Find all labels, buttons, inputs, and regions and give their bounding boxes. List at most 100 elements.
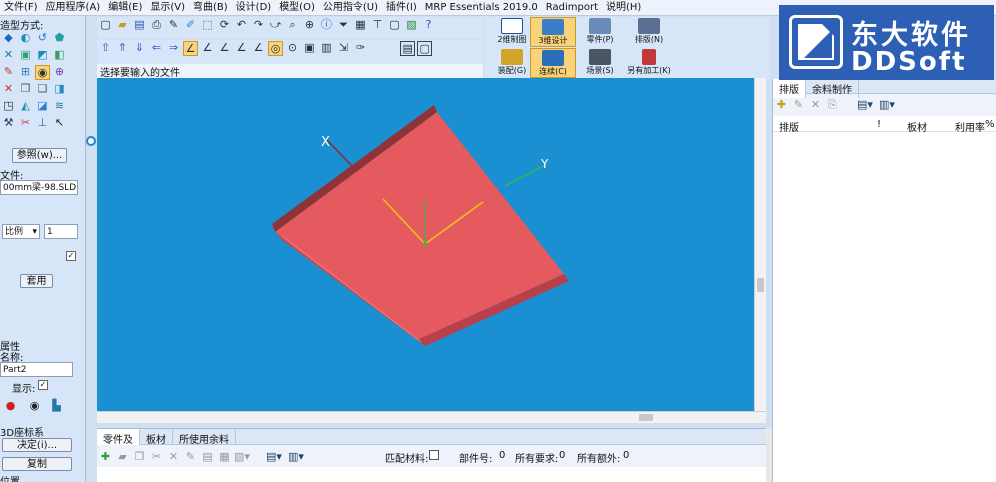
export-icon[interactable]: ⇲ [336,41,351,56]
copy-icon[interactable]: ⎘ [825,98,840,113]
zoom-in-icon[interactable]: ⊕ [302,18,317,33]
print-icon[interactable]: ⎙ [149,18,164,33]
view5-icon[interactable]: ∠ [251,41,266,56]
nudge-down-icon[interactable]: ⇓ [132,41,147,56]
edit-icon[interactable]: ✎ [791,98,806,113]
fold-tool-icon[interactable]: ◩ [35,48,50,63]
help-icon[interactable]: ? [421,18,436,33]
copy-button[interactable]: 复制 [2,457,72,471]
menu-mrp[interactable]: MRP Essentials 2019.0 [421,0,542,15]
menu-radimport[interactable]: Radimport [542,0,602,15]
filter-icon[interactable]: ⏷ [336,18,351,33]
scene-button[interactable]: 场景(S) [577,48,623,78]
name-field[interactable]: Part2 [0,362,73,377]
prism-tool-icon[interactable]: ◭ [18,99,33,114]
edit-part-icon[interactable]: ✎ [183,450,198,465]
menu-help[interactable]: 说明(H) [602,0,645,15]
redo-all-icon[interactable]: ⤻ [268,18,283,33]
pencil-tool-icon[interactable]: ✎ [1,65,16,80]
rotate-tool-icon[interactable]: ↺ [35,31,50,46]
design3d-button[interactable]: 3维设计 [530,17,576,47]
cycle-icon[interactable]: ⟳ [217,18,232,33]
scale-checkbox[interactable]: ✓ [66,251,76,261]
menu-file[interactable]: 文件(F) [0,0,42,15]
group-icon[interactable]: ▥ [319,41,334,56]
measure-tool-icon[interactable]: ⊥ [35,116,50,131]
paste-tool-icon[interactable]: ❏ [35,82,50,97]
chart-icon[interactable]: ▙ [49,399,64,414]
arrow-up-icon[interactable]: ⇧ [98,41,113,56]
copy-tool-icon[interactable]: ❐ [18,82,33,97]
menu-view[interactable]: 显示(V) [146,0,189,15]
vscroll-thumb[interactable] [757,278,764,292]
file-field[interactable]: 00mm梁-98.SLDPRT [0,180,78,195]
bend-tool-icon[interactable]: ◧ [52,48,67,63]
undo-icon[interactable]: ↶ [234,18,249,33]
tab-remnant[interactable]: 余料制作 [806,79,859,98]
dot-icon[interactable]: ▣ [302,41,317,56]
hscroll-thumb[interactable] [639,414,653,421]
align-tool-icon[interactable]: ✂ [18,116,33,131]
bottom-vscroll[interactable] [766,428,772,482]
color-icon[interactable]: ● [3,399,18,414]
zoom-icon[interactable]: ⌕ [285,18,300,33]
cut-part-icon[interactable]: ✂ [149,450,164,465]
menu-design[interactable]: 设计(D) [232,0,276,15]
brush-icon[interactable]: ✐ [183,18,198,33]
picture-icon[interactable]: ▨ [404,18,419,33]
menu-plugins[interactable]: 插件(I) [382,0,421,15]
pointer-tool-icon[interactable]: ↖ [52,116,67,131]
list-view-icon[interactable]: ▤▾ [857,98,873,113]
viewport-hscroll[interactable] [97,411,766,423]
box-tool-icon[interactable]: ▣ [18,48,33,63]
delete-tool-icon[interactable]: ✕ [1,82,16,97]
profile-button[interactable]: 连续(C) [530,48,576,78]
nudge-up-icon[interactable]: ⇑ [115,41,130,56]
nesting-button[interactable]: 排版(N) [626,17,672,47]
grid-icon[interactable]: ▦ [353,18,368,33]
assembly-button[interactable]: 装配(G) [489,48,535,78]
3d-viewport[interactable]: X Y [97,78,754,411]
scale-input[interactable]: 1 [44,224,78,239]
nudge-right-icon[interactable]: ⇒ [166,41,181,56]
panel-tool-icon[interactable]: ◪ [35,99,50,114]
open-icon[interactable]: ▰ [115,18,130,33]
pen-icon[interactable]: ✎ [166,18,181,33]
new-icon[interactable]: ▢ [98,18,113,33]
viewport-vscroll[interactable] [754,78,766,411]
pick-icon[interactable]: ✑ [353,41,368,56]
shape-tool-icon[interactable]: ◳ [1,99,16,114]
flip-tool-icon[interactable]: ⬟ [52,31,67,46]
snap-icon[interactable]: ◎ [268,41,283,56]
tree-icon[interactable]: ⊤ [370,18,385,33]
single-view-icon[interactable]: ▢ [417,41,433,56]
split-view-icon[interactable]: ▤ [400,41,416,56]
cut-tool-icon[interactable]: ⊞ [18,65,33,80]
menu-apps[interactable]: 应用程序(A) [42,0,105,15]
line-tool-icon[interactable]: ◆ [1,31,16,46]
parts-button[interactable]: 零件(P) [577,17,623,47]
menu-common[interactable]: 公用指令(U) [319,0,382,15]
cube-icon[interactable]: ⬚ [200,18,215,33]
delete-icon[interactable]: ✕ [808,98,823,113]
list-part-icon[interactable]: ▦ [217,450,232,465]
select-tool-icon[interactable]: ◉ [35,65,50,80]
save-part-icon[interactable]: ▤ [200,450,215,465]
nudge-left-icon[interactable]: ⇐ [149,41,164,56]
menu-model[interactable]: 模型(O) [275,0,319,15]
drawing2d-button[interactable]: 2维制图 [489,17,535,47]
view2-icon[interactable]: ∠ [200,41,215,56]
copy-part-icon[interactable]: ❐ [132,450,147,465]
decide-button[interactable]: 决定(i)... [2,438,72,452]
flange-tool-icon[interactable]: ◨ [52,82,67,97]
scale-select[interactable]: 比例 ▾ [2,224,40,239]
tab-nesting[interactable]: 排版 [773,79,806,98]
add-part-icon[interactable]: ✚ [98,450,113,465]
delete-part-icon[interactable]: ✕ [166,450,181,465]
menu-bend[interactable]: 弯曲(B) [189,0,232,15]
frame-icon[interactable]: ▢ [387,18,402,33]
view-b-icon[interactable]: ▥▾ [288,450,304,465]
redo-icon[interactable]: ↷ [251,18,266,33]
special-button[interactable]: 另有加工(K) [623,48,675,78]
match-material-checkbox[interactable] [429,450,439,460]
